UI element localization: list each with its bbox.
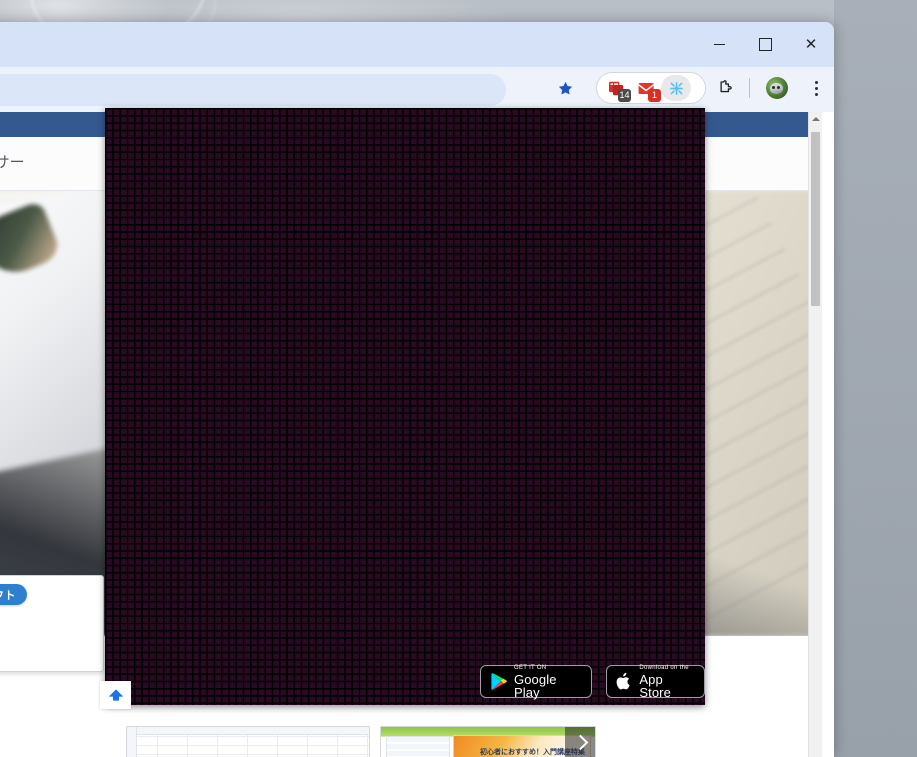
thumbnail-carousel: 初心者におすすめ！入門講座特集 bbox=[0, 726, 822, 757]
maximize-icon bbox=[758, 38, 772, 51]
menu-dot-1 bbox=[814, 80, 818, 84]
triangle-up-icon bbox=[811, 116, 820, 121]
menu-dot-2 bbox=[814, 86, 818, 90]
avatar-eye-right bbox=[777, 86, 780, 89]
maximize-button[interactable] bbox=[742, 22, 788, 67]
app-store-text: Download on the App Store bbox=[639, 665, 695, 699]
spreadsheet-row-numbers bbox=[127, 727, 137, 757]
apple-icon bbox=[616, 672, 632, 691]
desktop-right-strip bbox=[834, 0, 917, 757]
close-button[interactable]: ✕ bbox=[788, 22, 834, 67]
course-list-panel bbox=[386, 736, 450, 757]
spreadsheet-header-row bbox=[127, 727, 369, 735]
page-title: Webサー bbox=[0, 154, 25, 171]
gmail-extension-icon[interactable]: 1 bbox=[631, 75, 661, 102]
google-play-badge[interactable]: GET IT ON Google Play bbox=[480, 665, 593, 699]
extension-icons-group: 14 1 bbox=[596, 72, 706, 104]
screen: ✕ 14 1 サー 初心者におすすめ！入門講座特集 ト GET IT ON Go… bbox=[0, 0, 917, 757]
google-play-text: GET IT ON Google Play bbox=[514, 665, 582, 699]
extensions-puzzle-icon[interactable] bbox=[711, 76, 735, 100]
window-controls: ✕ bbox=[696, 22, 834, 67]
scrollbar-thumb[interactable] bbox=[811, 132, 820, 306]
thumbnail-course-banner[interactable]: 初心者におすすめ！入門講座特集 bbox=[380, 726, 596, 757]
chevron-right-icon bbox=[572, 734, 588, 751]
profile-avatar[interactable] bbox=[766, 77, 788, 99]
app-store-badge[interactable]: Download on the App Store bbox=[606, 665, 705, 699]
calendar-extension-icon[interactable]: 14 bbox=[601, 75, 631, 102]
splash-extension-icon[interactable] bbox=[661, 75, 691, 101]
scrollbar-up-arrow[interactable] bbox=[809, 112, 822, 125]
minimize-icon bbox=[713, 43, 725, 46]
app-store-big: App Store bbox=[639, 671, 671, 700]
google-play-small: GET IT ON bbox=[514, 664, 547, 671]
google-play-icon bbox=[490, 672, 507, 691]
calendar-badge: 14 bbox=[618, 89, 631, 102]
thumbnail-spreadsheet[interactable] bbox=[126, 726, 370, 757]
google-play-big: Google Play bbox=[514, 671, 557, 700]
toolbar-divider bbox=[749, 78, 750, 98]
app-store-badges: GET IT ON Google Play Download on the Ap… bbox=[480, 665, 705, 699]
address-bar[interactable] bbox=[0, 74, 506, 106]
minimize-button[interactable] bbox=[696, 22, 742, 67]
avatar-image bbox=[770, 83, 783, 94]
course-page-preview: 初心者におすすめ！入門講座特集 bbox=[381, 727, 595, 757]
tab-strip: ✕ bbox=[0, 22, 834, 67]
page-scrollbar[interactable] bbox=[808, 112, 822, 757]
avatar-eye-left bbox=[772, 86, 775, 89]
carousel-next-button[interactable] bbox=[565, 727, 595, 757]
app-store-small: Download on the bbox=[639, 664, 689, 671]
close-icon: ✕ bbox=[804, 36, 818, 53]
dark-grid-overlay: GET IT ON Google Play Download on the Ap… bbox=[105, 108, 705, 705]
chrome-menu-icon[interactable] bbox=[805, 76, 827, 100]
browser-toolbar bbox=[0, 67, 834, 112]
freesoft-button[interactable]: フリーソフト bbox=[0, 584, 27, 605]
bookmark-star-icon[interactable] bbox=[553, 76, 577, 100]
freesoft-label: フリーソフト bbox=[0, 589, 16, 602]
gmail-badge: 1 bbox=[648, 89, 661, 102]
menu-dot-3 bbox=[814, 92, 818, 96]
back-to-top-button[interactable] bbox=[100, 681, 131, 709]
